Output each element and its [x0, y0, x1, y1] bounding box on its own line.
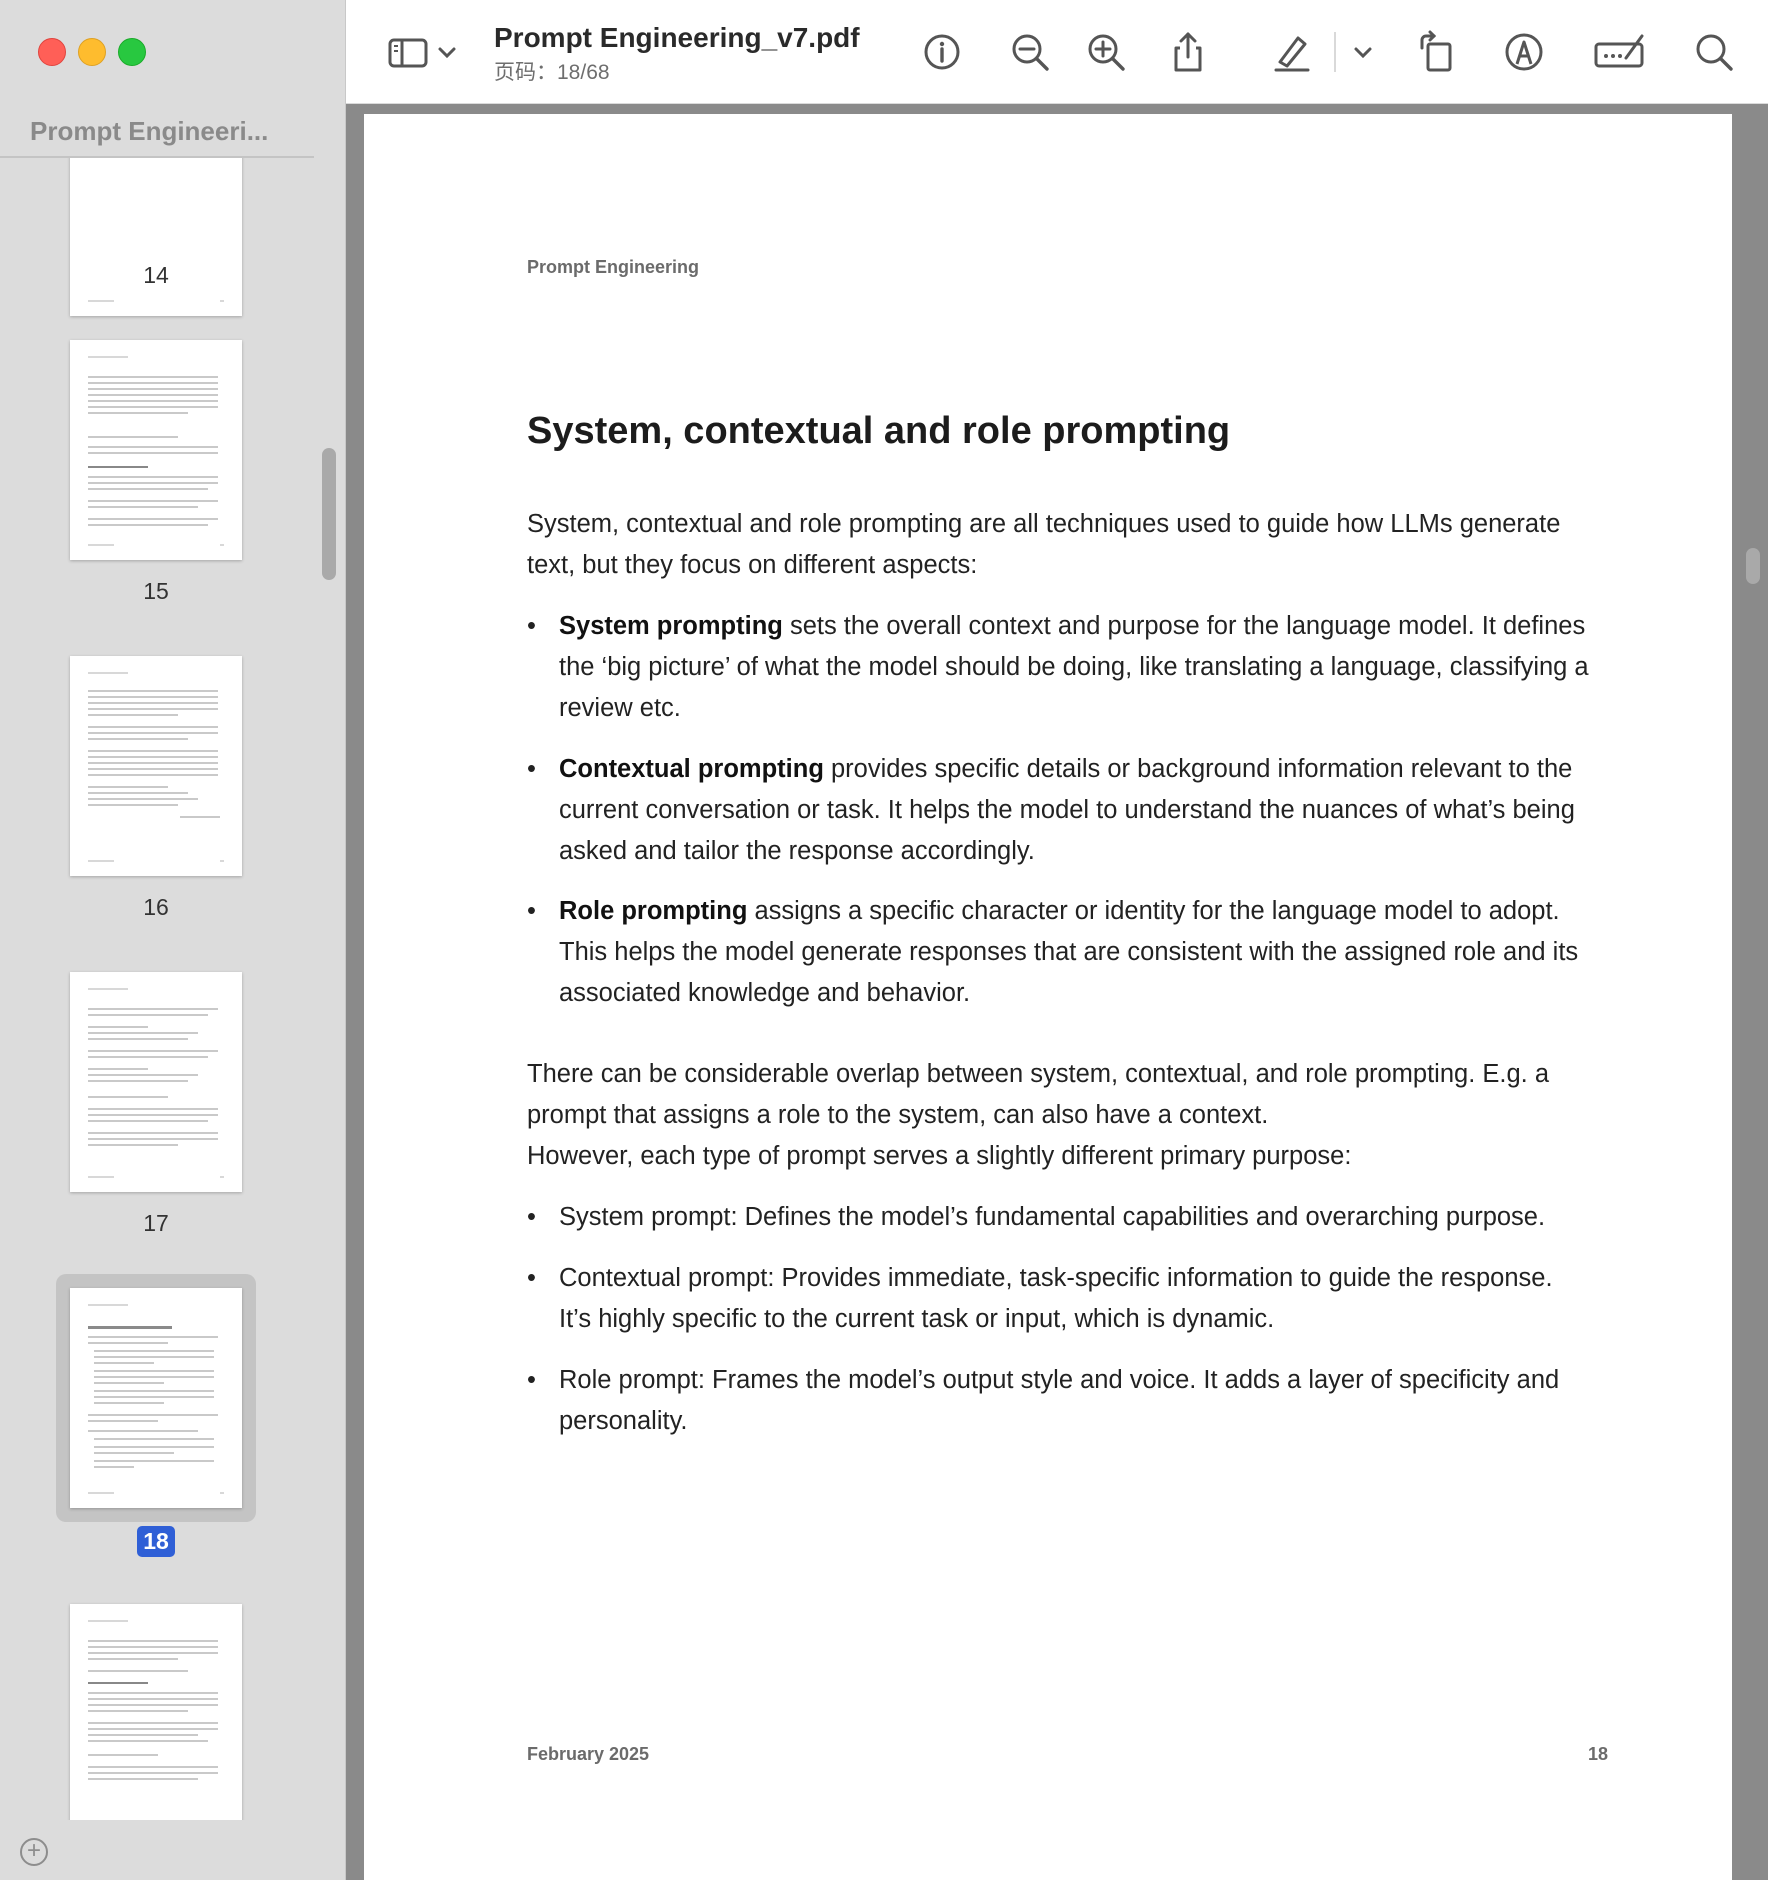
thumbnail-page-18[interactable]	[70, 1288, 242, 1508]
thumbnail-page-15[interactable]	[70, 340, 242, 560]
minimize-window-button[interactable]	[78, 38, 106, 66]
signature-icon[interactable]	[1592, 30, 1648, 74]
pdf-page: Prompt Engineering System, contextual an…	[364, 114, 1732, 1880]
thumbnail-label: 15	[143, 578, 169, 604]
bullet-marker: •	[527, 897, 536, 925]
page-footer-date: February 2025	[527, 1744, 650, 1764]
sidebar: Prompt Engineeri... 14 15 16 17 18 +	[0, 0, 346, 1880]
document-viewer[interactable]: Prompt Engineering System, contextual an…	[346, 104, 1768, 1880]
thumbnail-list[interactable]: 14 15 16 17 18	[0, 158, 345, 1820]
sidebar-title: Prompt Engineeri...	[30, 116, 269, 146]
bullet-text: Role prompt: Frames the model’s output s…	[559, 1366, 1560, 1435]
zoom-window-button[interactable]	[118, 38, 146, 66]
sidebar-scrollbar[interactable]	[322, 448, 336, 580]
thumbnail-page-16[interactable]	[70, 656, 242, 876]
search-icon[interactable]	[1692, 30, 1736, 74]
thumbnail-page-19[interactable]	[70, 1604, 242, 1820]
bullet-marker: •	[527, 755, 536, 783]
thumbnail-label: 16	[143, 894, 169, 920]
overlap-paragraph: There can be considerable overlap betwee…	[527, 1060, 1550, 1129]
sidebar-toggle-icon[interactable]	[386, 30, 430, 74]
thumbnail-page-14[interactable]	[70, 158, 242, 316]
document-scrollbar[interactable]	[1746, 548, 1760, 584]
thumbnail-page-17[interactable]	[70, 972, 242, 1192]
share-icon[interactable]	[1166, 30, 1210, 74]
rotate-icon[interactable]	[1416, 30, 1460, 74]
page-header: Prompt Engineering	[527, 257, 700, 277]
document-title: Prompt Engineering_v7.pdf	[494, 22, 860, 53]
bullet-marker: •	[527, 612, 536, 640]
markup-icon[interactable]	[1502, 30, 1546, 74]
page-indicator: 页码：18/68	[494, 61, 610, 84]
selected-page-badge: 18	[137, 1526, 175, 1557]
intro-paragraph: System, contextual and role prompting ar…	[527, 510, 1561, 579]
bullet-term: System prompting	[559, 612, 783, 640]
highlight-pen-icon[interactable]	[1270, 30, 1314, 74]
bullet-marker: •	[527, 1366, 536, 1394]
thumbnail-label: 17	[143, 1210, 169, 1236]
bullet-term: Role prompting	[559, 897, 748, 925]
bullet-text: System prompt: Defines the model’s funda…	[559, 1203, 1546, 1231]
close-window-button[interactable]	[38, 38, 66, 66]
bullet-marker: •	[527, 1264, 536, 1292]
thumbnail-label-selected: 18	[70, 1526, 242, 1557]
bullet-marker: •	[527, 1203, 536, 1231]
bullet-text: Contextual prompt: Provides immediate, t…	[559, 1264, 1553, 1333]
toolbar: Prompt Engineering_v7.pdf 页码：18/68	[346, 0, 1768, 104]
however-paragraph: However, each type of prompt serves a sl…	[527, 1142, 1352, 1170]
chevron-down-icon[interactable]	[1350, 30, 1376, 74]
zoom-out-icon[interactable]	[1008, 30, 1052, 74]
zoom-in-icon[interactable]	[1084, 30, 1128, 74]
page-footer-number: 18	[1587, 1744, 1608, 1764]
thumbnail-label: 14	[143, 262, 169, 288]
toolbar-divider	[1334, 32, 1336, 72]
add-page-button[interactable]: +	[20, 1838, 48, 1866]
section-heading: System, contextual and role prompting	[527, 410, 1231, 452]
info-icon[interactable]	[920, 30, 964, 74]
chevron-down-icon[interactable]	[434, 30, 460, 74]
bullet-term: Contextual prompting	[559, 755, 824, 783]
